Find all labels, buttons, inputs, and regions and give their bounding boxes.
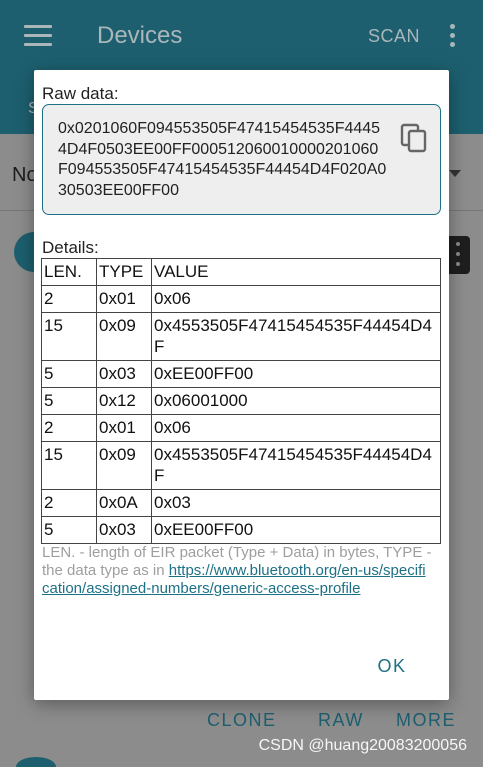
cell-value: 0x03 (151, 489, 441, 517)
cell-value: 0x06001000 (151, 387, 441, 415)
cell-len: 5 (41, 387, 97, 415)
card-more-icon[interactable] (446, 236, 470, 274)
table-row: 2 0x0A 0x03 (41, 489, 441, 517)
column-header-len: LEN. (41, 258, 97, 286)
cell-type: 0x12 (96, 387, 152, 415)
raw-data-box: 0x0201060F094553505F47415454535F44454D4F… (42, 104, 441, 215)
table-header-row: LEN. TYPE VALUE (41, 258, 441, 286)
clone-button[interactable]: CLONE (207, 710, 277, 731)
cell-len: 5 (41, 516, 97, 544)
table-row: 2 0x01 0x06 (41, 285, 441, 313)
cell-len: 5 (41, 360, 97, 388)
cell-value: 0x4553505F47415454535F44454D4F (151, 312, 441, 361)
cell-value: 0xEE00FF00 (151, 516, 441, 544)
table-row: 5 0x12 0x06001000 (41, 387, 441, 415)
scan-button[interactable]: SCAN (368, 26, 420, 47)
column-header-value: VALUE (151, 258, 441, 286)
cell-len: 2 (41, 414, 97, 442)
cell-type: 0x0A (96, 489, 152, 517)
more-button[interactable]: MORE (396, 710, 456, 731)
legend-note: LEN. - length of EIR packet (Type + Data… (42, 544, 432, 598)
cell-type: 0x03 (96, 516, 152, 544)
cell-type: 0x01 (96, 414, 152, 442)
cell-len: 2 (41, 285, 97, 313)
cell-len: 15 (41, 441, 97, 490)
cell-value: 0x06 (151, 285, 441, 313)
chevron-down-icon[interactable] (449, 170, 461, 177)
raw-data-dialog: Raw data: 0x0201060F094553505F4741545453… (34, 70, 449, 700)
cell-type: 0x01 (96, 285, 152, 313)
ok-button[interactable]: OK (362, 652, 422, 680)
table-row: 15 0x09 0x4553505F47415454535F44454D4F (41, 441, 441, 490)
raw-data-label: Raw data: (42, 84, 119, 103)
table-row: 5 0x03 0xEE00FF00 (41, 360, 441, 388)
cell-type: 0x03 (96, 360, 152, 388)
hamburger-menu-icon[interactable] (24, 25, 52, 46)
watermark: CSDN @huang20083200056 (258, 737, 467, 754)
table-row: 2 0x01 0x06 (41, 414, 441, 442)
cell-value: 0x06 (151, 414, 441, 442)
raw-data-value: 0x0201060F094553505F47415454535F44454D4F… (58, 120, 387, 199)
table-row: 15 0x09 0x4553505F47415454535F44454D4F (41, 312, 441, 361)
table-row: 5 0x03 0xEE00FF00 (41, 516, 441, 544)
copy-icon[interactable] (400, 123, 428, 153)
cell-value: 0xEE00FF00 (151, 360, 441, 388)
cell-len: 15 (41, 312, 97, 361)
cell-len: 2 (41, 489, 97, 517)
app-title: Devices (97, 22, 183, 49)
raw-button[interactable]: RAW (318, 710, 364, 731)
cell-type: 0x09 (96, 441, 152, 490)
details-table: LEN. TYPE VALUE 2 0x01 0x06 15 0x09 0x45… (41, 258, 441, 544)
cell-value: 0x4553505F47415454535F44454D4F (151, 441, 441, 490)
overflow-menu-icon[interactable] (450, 24, 456, 51)
column-header-type: TYPE (96, 258, 152, 286)
details-label: Details: (42, 238, 99, 257)
cell-type: 0x09 (96, 312, 152, 361)
